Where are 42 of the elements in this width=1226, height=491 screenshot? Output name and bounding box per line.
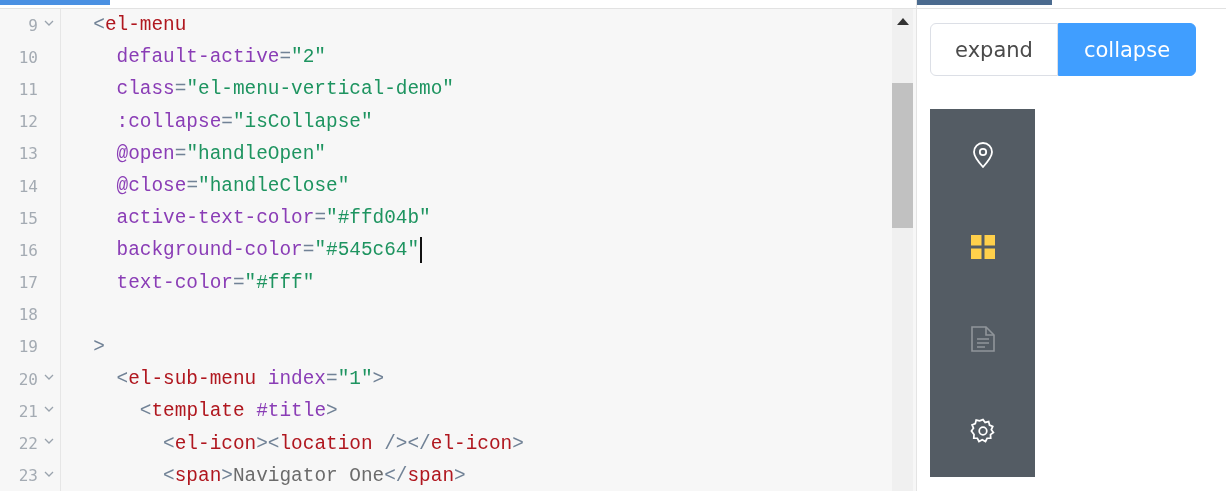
fold-chevron-icon[interactable] [44, 406, 54, 414]
expand-button[interactable]: expand [930, 23, 1058, 76]
line-number: 22 [18, 434, 38, 454]
code-line: <template #title> [138, 400, 338, 423]
document-icon [970, 326, 995, 352]
code-line: :collapse="isCollapse" [115, 110, 373, 133]
code-line: class="el-menu-vertical-demo" [115, 78, 454, 101]
line-number: 16 [18, 240, 38, 260]
code-line: <el-sub-menu index="1"> [115, 368, 385, 391]
code-line: active-text-color="#ffd04b" [115, 207, 431, 230]
line-number: 13 [18, 144, 38, 164]
line-number: 18 [18, 305, 38, 325]
fold-chevron-icon[interactable] [44, 374, 54, 382]
line-number: 21 [18, 401, 38, 421]
code-line: @open="handleOpen" [115, 142, 326, 165]
line-number: 23 [18, 466, 38, 486]
line-number: 19 [18, 337, 38, 357]
grid-icon [970, 235, 995, 259]
code-line: <span>Navigator One</span> [162, 464, 466, 487]
line-number: 15 [18, 208, 38, 228]
line-number: 12 [18, 112, 38, 132]
line-number: 10 [18, 47, 38, 67]
line-number: 20 [18, 369, 38, 389]
fold-chevron-icon[interactable] [44, 470, 54, 478]
code-line: background-color="#545c64" [115, 239, 420, 262]
line-number: 17 [18, 273, 38, 293]
fold-chevron-icon[interactable] [44, 20, 54, 27]
code-line: > [92, 335, 105, 358]
scrollbar-thumb[interactable] [892, 83, 913, 228]
fold-chevron-icon[interactable] [44, 438, 54, 446]
code-line: default-active="2" [115, 46, 326, 69]
scroll-up-icon[interactable] [896, 18, 909, 25]
line-number: 9 [28, 15, 38, 35]
code-line: text-color="#fff" [115, 271, 315, 294]
line-number: 11 [18, 79, 38, 99]
code-line: <el-menu [92, 14, 187, 37]
code-line: @close="handleClose" [115, 175, 350, 198]
scrollbar[interactable] [892, 9, 913, 491]
location-pin-icon [971, 142, 994, 168]
settings-icon [969, 418, 996, 444]
code-line: <el-icon><location /></el-icon> [162, 432, 524, 455]
line-number: 14 [18, 176, 38, 196]
